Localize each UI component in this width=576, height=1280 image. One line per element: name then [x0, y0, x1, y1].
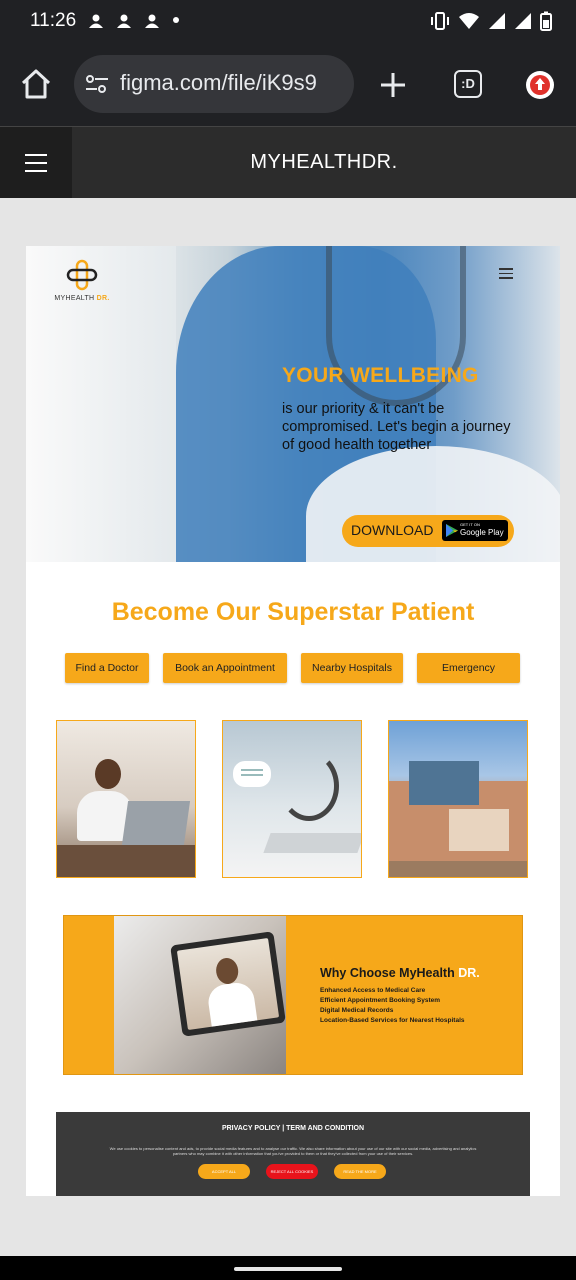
doctor-image-card[interactable] — [56, 720, 196, 878]
browser-toolbar: figma.com/file/iK9s9 :D — [0, 44, 576, 126]
home-gesture-handle[interactable] — [234, 1267, 342, 1271]
read-more-button[interactable]: READ THE MORE — [334, 1164, 386, 1179]
logo-name: MYHEALTH — [54, 295, 95, 302]
consultation-image-card[interactable] — [222, 720, 362, 878]
nearby-hospitals-button[interactable]: Nearby Hospitals — [301, 653, 403, 683]
cookie-footer: PRIVACY POLICY | TERM AND CONDITION We u… — [56, 1112, 530, 1196]
tab-switcher-button[interactable]: :D — [454, 70, 482, 98]
prototype-canvas: MYHEALTH DR. YOUR WELLBEING is our prior… — [0, 198, 576, 1256]
accept-all-button[interactable]: ACCEPT ALL — [198, 1164, 250, 1179]
why-item: Location-Based Services for Nearest Hosp… — [320, 1017, 465, 1024]
logo-accent: DR. — [96, 295, 110, 302]
find-doctor-button[interactable]: Find a Doctor — [65, 653, 149, 683]
cookie-title[interactable]: PRIVACY POLICY | TERM AND CONDITION — [56, 1125, 530, 1132]
google-play-badge[interactable]: GET IT ON Google Play — [442, 520, 508, 541]
store-big-text: Google Play — [460, 528, 504, 537]
navigation-bar — [0, 1256, 576, 1280]
why-title-accent: DR. — [458, 966, 480, 980]
why-item: Efficient Appointment Booking System — [320, 997, 441, 1004]
why-title: Why Choose MyHealth DR. — [320, 966, 480, 980]
hero-title: YOUR WELLBEING — [282, 364, 479, 387]
site-settings-icon[interactable] — [84, 73, 110, 95]
signal-icon — [489, 13, 505, 29]
why-list: Enhanced Access to Medical Care Efficien… — [320, 986, 465, 1026]
more-notifications-dot — [173, 17, 179, 23]
store-small-text: GET IT ON — [460, 522, 480, 527]
person-notification-icon — [89, 14, 103, 28]
why-item: Digital Medical Records — [320, 1007, 394, 1014]
new-tab-icon[interactable] — [376, 68, 410, 102]
menu-icon[interactable] — [0, 127, 72, 199]
download-button[interactable]: DOWNLOAD GET IT ON Google Play — [342, 515, 514, 547]
medical-cross-icon — [66, 259, 98, 291]
battery-icon — [540, 11, 552, 31]
reject-all-button[interactable]: REJECT ALL COOKIES — [266, 1164, 318, 1179]
hero-banner: MYHEALTH DR. YOUR WELLBEING is our prior… — [26, 246, 560, 562]
hero-menu-icon[interactable] — [499, 268, 513, 282]
vibrate-icon — [431, 12, 449, 30]
book-appointment-button[interactable]: Book an Appointment — [163, 653, 287, 683]
url-text[interactable]: figma.com/file/iK9s9 — [120, 70, 317, 96]
update-icon[interactable] — [526, 71, 554, 99]
google-play-icon — [446, 524, 458, 537]
site-logo[interactable]: MYHEALTH DR. — [50, 258, 114, 302]
person-notification-icon — [145, 14, 159, 28]
wifi-icon — [459, 13, 479, 29]
hospital-image-card[interactable] — [388, 720, 528, 878]
prototype-header: MYHEALTHDR. — [0, 126, 576, 199]
why-item: Enhanced Access to Medical Care — [320, 987, 426, 994]
telemedicine-image — [114, 916, 286, 1074]
why-choose-banner: Why Choose MyHealth DR. Enhanced Access … — [63, 915, 523, 1075]
status-time: 11:26 — [30, 10, 77, 31]
person-notification-icon — [117, 14, 131, 28]
website-frame: MYHEALTH DR. YOUR WELLBEING is our prior… — [26, 246, 560, 1196]
signal-icon — [515, 13, 531, 29]
download-label: DOWNLOAD — [351, 522, 434, 538]
status-bar: 11:26 — [0, 0, 576, 44]
home-icon[interactable] — [18, 66, 54, 102]
cookie-text: We use cookies to personalise content an… — [109, 1146, 477, 1156]
hero-subtitle: is our priority & it can't be compromise… — [282, 401, 511, 453]
section-title: Become Our Superstar Patient — [111, 598, 475, 626]
url-bar[interactable]: figma.com/file/iK9s9 — [74, 55, 354, 113]
emergency-button[interactable]: Emergency — [417, 653, 520, 683]
prototype-title: MYHEALTHDR. — [250, 151, 398, 173]
